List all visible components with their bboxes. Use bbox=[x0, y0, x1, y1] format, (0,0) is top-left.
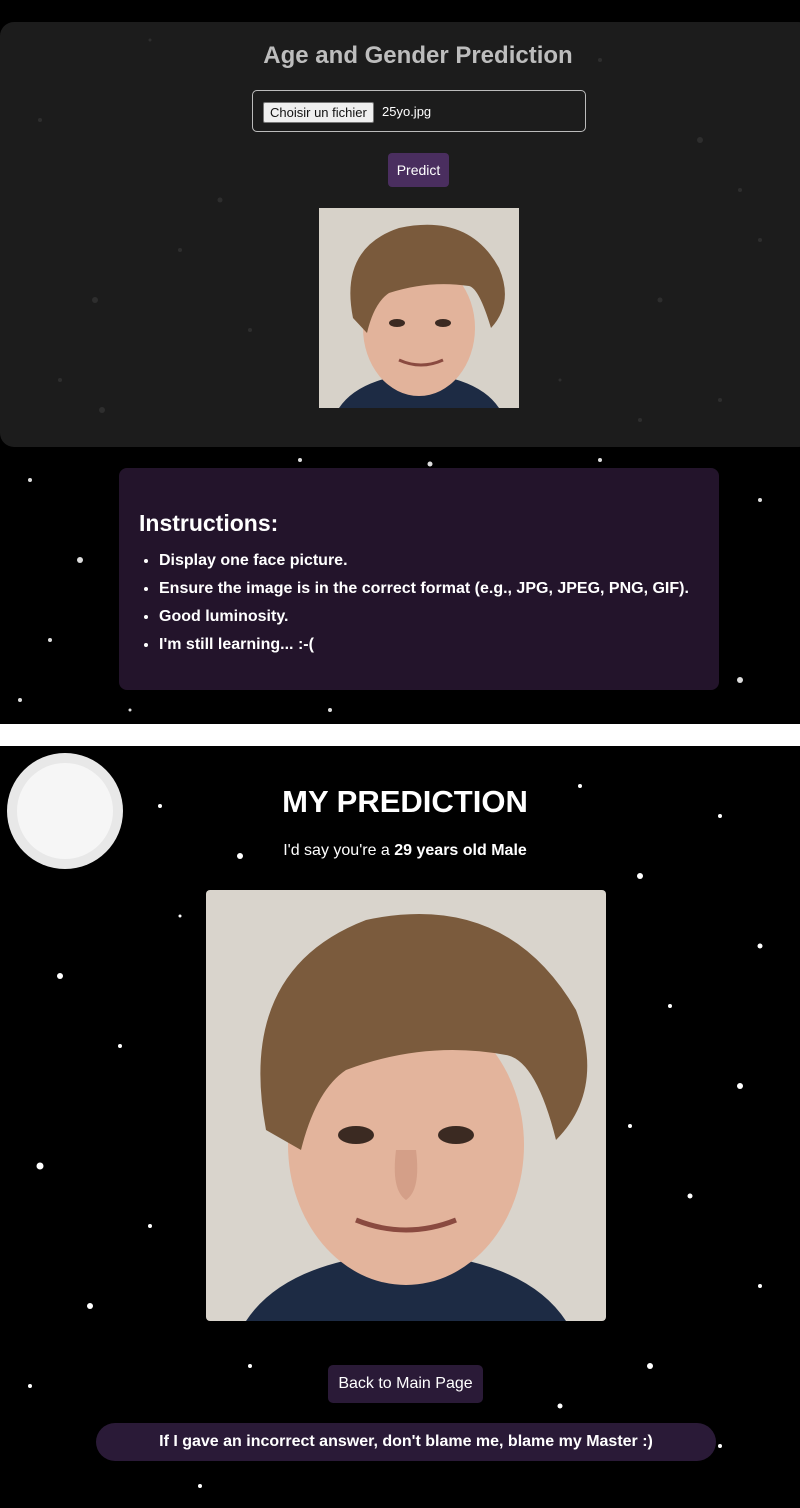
instructions-heading: Instructions: bbox=[139, 510, 279, 536]
instructions-box: Instructions: Display one face picture. … bbox=[119, 468, 719, 690]
file-input[interactable]: Choisir un fichier 25yo.jpg bbox=[252, 90, 586, 132]
back-to-main-button[interactable]: Back to Main Page bbox=[328, 1365, 483, 1403]
screen-separator bbox=[0, 724, 800, 746]
uploaded-face-thumbnail bbox=[319, 208, 519, 408]
instruction-item: Ensure the image is in the correct forma… bbox=[159, 578, 689, 606]
predict-button[interactable]: Predict bbox=[388, 153, 449, 187]
prediction-value: 29 years old Male bbox=[394, 842, 527, 859]
upload-screen: Age and Gender Prediction Choisir un fic… bbox=[0, 0, 800, 724]
instructions-list: Display one face picture. Ensure the ima… bbox=[159, 550, 689, 662]
choose-file-button[interactable]: Choisir un fichier bbox=[263, 102, 374, 123]
prediction-sentence: I'd say you're a 29 years old Male bbox=[0, 842, 800, 860]
instruction-item: I'm still learning... :-( bbox=[159, 634, 689, 662]
prediction-prefix: I'd say you're a bbox=[283, 842, 395, 859]
predicted-face-image bbox=[206, 890, 606, 1321]
page-title: Age and Gender Prediction bbox=[263, 42, 573, 69]
disclaimer-banner: If I gave an incorrect answer, don't bla… bbox=[96, 1423, 716, 1461]
prediction-title: MY PREDICTION bbox=[282, 784, 528, 819]
selected-file-name: 25yo.jpg bbox=[382, 104, 432, 119]
instruction-item: Good luminosity. bbox=[159, 606, 689, 634]
instruction-item: Display one face picture. bbox=[159, 550, 689, 578]
